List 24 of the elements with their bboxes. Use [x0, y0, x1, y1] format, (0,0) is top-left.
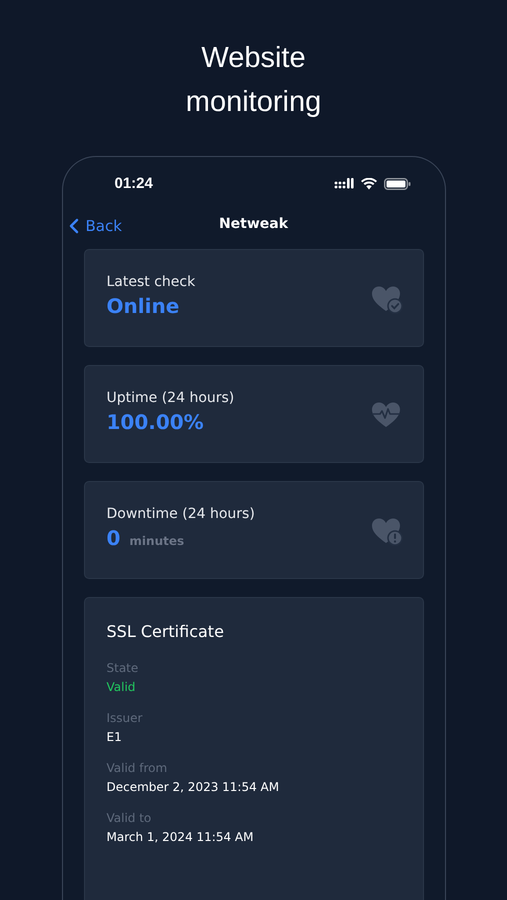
field-label: Valid to [106, 811, 152, 825]
screen-title: Netweak [218, 216, 288, 232]
field-label: State [106, 661, 140, 675]
field-value: E1 [106, 730, 123, 744]
stat-value: 100.00% [106, 410, 204, 434]
battery-icon [384, 178, 410, 190]
back-button[interactable]: Back [68, 217, 122, 235]
stat-label: Latest check [106, 274, 196, 290]
chevron-left-icon [68, 218, 78, 234]
stat-label: Uptime (24 hours) [106, 390, 234, 406]
field-value: December 2, 2023 11:54 AM [106, 780, 280, 794]
signal-icon [334, 178, 354, 189]
field-value: Valid [106, 680, 136, 694]
status-time: 01:24 [114, 175, 153, 192]
wifi-icon [360, 178, 376, 190]
field-label: Issuer [106, 711, 144, 725]
headline: Website monitoring [184, 41, 322, 120]
stat-value: 0 [106, 526, 120, 550]
field-label: Valid from [106, 761, 168, 775]
stat-unit: minutes [129, 534, 184, 548]
stat-label: Downtime (24 hours) [106, 506, 255, 522]
stat-value: Online [106, 294, 180, 318]
field-value: March 1, 2024 11:54 AM [106, 830, 254, 844]
section-title: SSL Certificate [106, 622, 225, 641]
